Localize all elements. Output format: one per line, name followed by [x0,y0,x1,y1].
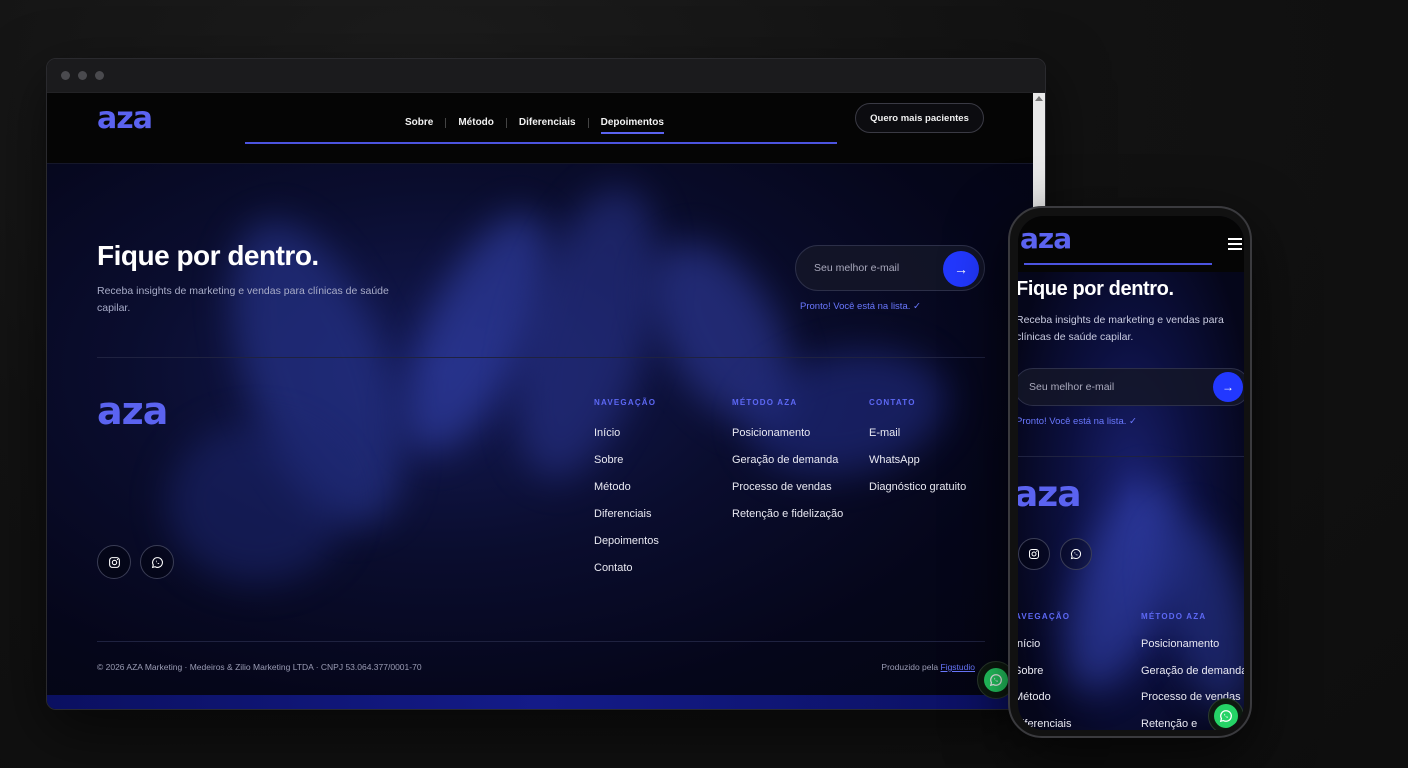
instagram-button[interactable] [97,545,131,579]
mobile-screen: aza Fique por dentro. Receba insights de… [1018,216,1244,730]
footer-link-depoimentos[interactable]: Depoimentos [594,535,659,562]
whatsapp-icon [1214,704,1238,728]
nav-links: Sobre Método Diferenciais Depoimentos [405,111,664,134]
nav-progress-line [245,142,837,144]
mobile-newsletter-form: → [1018,368,1244,406]
footer-link-whatsapp[interactable]: WhatsApp [869,454,966,481]
footer-link-sobre[interactable]: Sobre [594,454,659,481]
page-viewport: aza Sobre Método Diferenciais Depoimento… [47,93,1035,709]
footer-col-heading-metodo: MÉTODO AZA [732,398,798,407]
mobile-footer-link-geracao[interactable]: Geração de demanda [1141,665,1244,692]
nav-link-sobre[interactable]: Sobre [405,117,433,128]
hamburger-menu-icon[interactable] [1228,238,1242,253]
mobile-device-frame: aza Fique por dentro. Receba insights de… [1008,206,1252,738]
mobile-footer-link-metodo[interactable]: Método [1018,691,1071,718]
newsletter-subtitle: Receba insights de marketing e vendas pa… [97,285,389,314]
window-dot[interactable] [95,71,104,80]
footer-link-diagnostico[interactable]: Diagnóstico gratuito [869,481,966,508]
footer-link-metodo[interactable]: Método [594,481,659,508]
desktop-browser-window: aza Sobre Método Diferenciais Depoimento… [46,58,1046,710]
mobile-footer-link-diferenciais[interactable]: Diferenciais [1018,718,1071,731]
produced-label: Produzido pela [881,662,939,672]
arrow-right-icon: → [954,261,968,277]
mobile-top-navigation: aza [1018,216,1244,272]
footer-divider [97,641,985,642]
newsletter-form: → [795,245,985,291]
mobile-footer-link-inicio[interactable]: Início [1018,638,1071,665]
instagram-icon [1029,549,1039,559]
footer-col-heading-contato: CONTATO [869,398,916,407]
mobile-whatsapp-float-button[interactable] [1208,698,1244,730]
mobile-email-input[interactable] [1029,381,1149,393]
window-dot[interactable] [78,71,87,80]
email-input[interactable] [814,262,934,274]
footer-link-posicionamento[interactable]: Posicionamento [732,427,843,454]
copyright-text: © 2026 AZA Marketing · Medeiros & Zilio … [97,662,422,672]
nav-separator [445,117,447,128]
mobile-whatsapp-button[interactable] [1060,538,1092,570]
produced-link[interactable]: Figstudio [941,662,976,672]
footer-link-email[interactable]: E-mail [869,427,966,454]
footer-nav-list: Início Sobre Método Diferenciais Depoime… [594,427,659,589]
cta-button[interactable]: Quero mais pacientes [855,103,984,133]
footer-col-heading-navegacao: NAVEGAÇÃO [594,398,657,407]
instagram-icon [108,556,120,568]
whatsapp-icon [151,556,163,568]
window-dot[interactable] [61,71,70,80]
brand-logo[interactable]: aza [97,101,153,136]
footer-link-geracao[interactable]: Geração de demanda [732,454,843,481]
browser-titlebar [47,59,1045,93]
submit-arrow-button[interactable]: → [943,251,979,287]
footer-link-retencao[interactable]: Retenção e fidelização [732,508,843,535]
success-message: Pronto! Você está na lista. ✓ [800,301,921,312]
scroll-up-icon[interactable] [1035,96,1043,101]
footer-link-diferenciais[interactable]: Diferenciais [594,508,659,535]
bottom-glow [47,695,1035,709]
section-divider [97,357,985,358]
mobile-col-heading-navegacao: NAVEGAÇÃO [1018,612,1071,621]
newsletter-title: Fique por dentro. [97,240,319,271]
nav-separator [587,117,589,128]
mobile-footer-logo[interactable]: aza [1018,474,1082,515]
mobile-submit-arrow-button[interactable]: → [1213,372,1243,402]
background-shape [167,423,347,583]
footer-logo[interactable]: aza [97,389,168,433]
produced-by: Produzido pela Figstudio [881,662,975,672]
mobile-brand-logo[interactable]: aza [1020,222,1072,255]
whatsapp-icon [1070,548,1082,560]
footer-method-list: Posicionamento Geração de demanda Proces… [732,427,843,535]
mobile-success-message: Pronto! Você está na lista. ✓ [1018,416,1137,427]
top-navigation: aza Sobre Método Diferenciais Depoimento… [47,93,1035,164]
mobile-section-divider [1018,456,1244,457]
arrow-right-icon: → [1222,380,1234,394]
mobile-footer-link-sobre[interactable]: Sobre [1018,665,1071,692]
footer-link-inicio[interactable]: Início [594,427,659,454]
nav-link-depoimentos[interactable]: Depoimentos [600,117,664,134]
nav-link-diferenciais[interactable]: Diferenciais [519,117,576,128]
whatsapp-icon [984,668,1008,692]
footer-contact-list: E-mail WhatsApp Diagnóstico gratuito [869,427,966,508]
mobile-instagram-button[interactable] [1018,538,1050,570]
footer-link-contato[interactable]: Contato [594,562,659,589]
mobile-newsletter-title: Fique por dentro. [1018,278,1174,300]
mobile-newsletter-subtitle: Receba insights de marketing e vendas pa… [1018,314,1224,343]
mobile-footer-link-posicionamento[interactable]: Posicionamento [1141,638,1244,665]
whatsapp-button[interactable] [140,545,174,579]
nav-separator [505,117,507,128]
mobile-col-heading-metodo: MÉTODO AZA [1141,612,1207,621]
nav-link-metodo[interactable]: Método [458,117,494,128]
mobile-nav-progress-line [1024,263,1212,265]
mobile-footer-nav-list: Início Sobre Método Diferenciais [1018,638,1071,730]
footer-link-processo[interactable]: Processo de vendas [732,481,843,508]
